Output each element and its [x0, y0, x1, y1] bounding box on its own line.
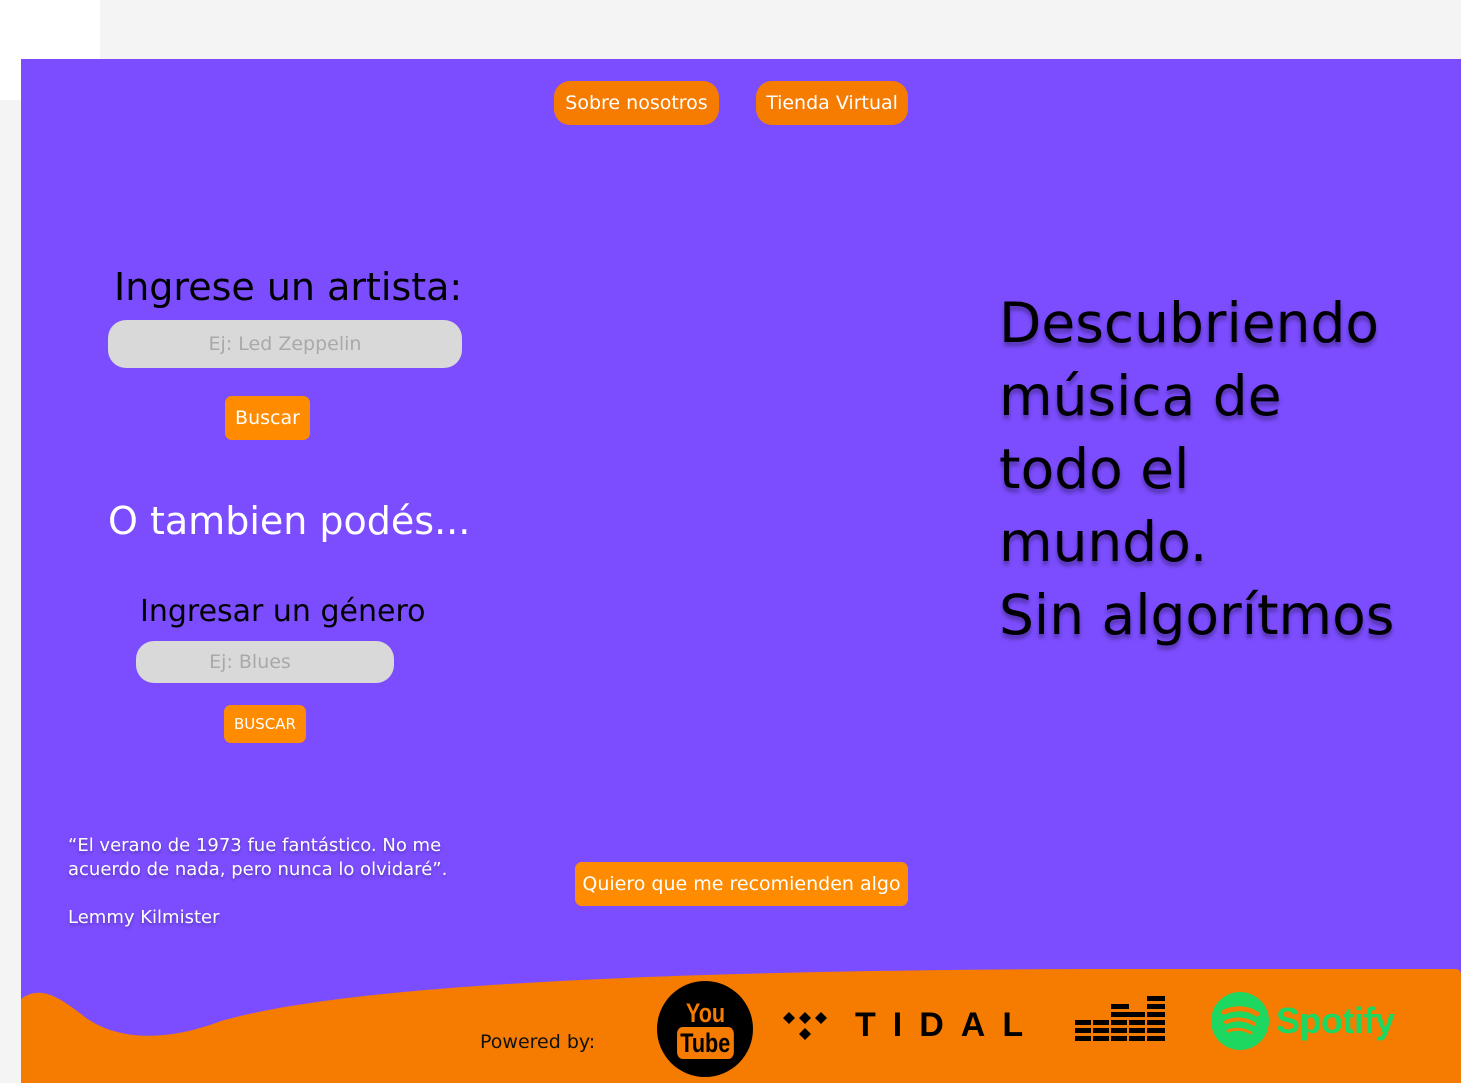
headline-line: todo el [999, 437, 1190, 501]
quote: “El verano de 1973 fue fantástico. No me… [68, 834, 488, 930]
headline: Descubriendo música de todo el mundo. Si… [999, 287, 1419, 652]
headline-line: Sin algorítmos [999, 583, 1395, 647]
youtube-logo[interactable]: You Tube [657, 981, 753, 1077]
quote-text-line: acuerdo de nada, pero nunca lo olvidaré”… [68, 859, 448, 880]
powered-by-label: Powered by: [480, 1031, 596, 1053]
artist-search-button[interactable]: Buscar [225, 396, 310, 440]
spotify-logo-icon [1211, 992, 1269, 1050]
quote-author: Lemmy Kilmister [68, 907, 220, 928]
headline-line: música de [999, 364, 1282, 428]
headline-line: mundo. [999, 510, 1208, 574]
main-frame: Sobre nosotros Tienda Virtual Ingrese un… [21, 59, 1461, 1083]
youtube-logo-you: You [685, 998, 725, 1028]
headline-line: Descubriendo [999, 291, 1380, 355]
artist-input[interactable] [108, 320, 462, 368]
recommend-button[interactable]: Quiero que me recomienden algo [575, 862, 908, 906]
about-us-button[interactable]: Sobre nosotros [554, 81, 719, 125]
virtual-store-button[interactable]: Tienda Virtual [756, 81, 908, 125]
alternative-title: O tambien podés... [108, 499, 471, 543]
deezer-logo-icon[interactable] [1075, 994, 1165, 1044]
genre-search-title: Ingresar un género [140, 594, 426, 629]
genre-input[interactable] [136, 641, 394, 683]
artist-search-title: Ingrese un artista: [114, 265, 463, 309]
quote-text-line: “El verano de 1973 fue fantástico. No me [68, 835, 442, 856]
tidal-diamonds-icon [783, 1012, 827, 1040]
tidal-logo[interactable]: TIDAL [855, 1006, 1040, 1045]
youtube-logo-tube: Tube [676, 1027, 734, 1059]
genre-search-button[interactable]: BUSCAR [224, 705, 306, 743]
spotify-logo[interactable]: Spotify [1276, 1000, 1395, 1042]
